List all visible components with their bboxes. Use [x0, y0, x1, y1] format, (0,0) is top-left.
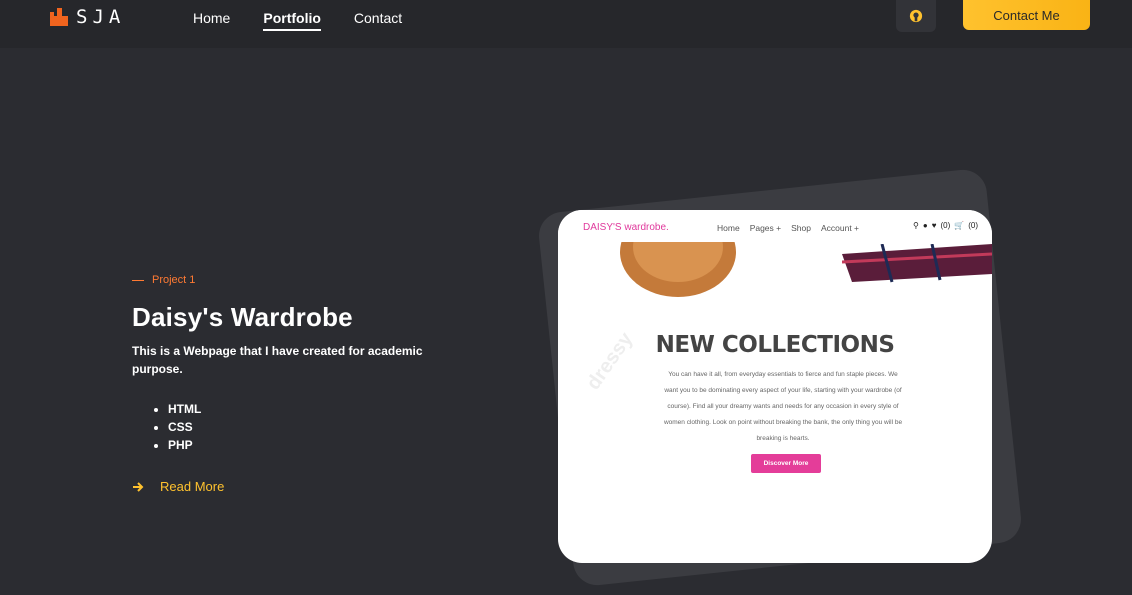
preview-nav: Home Pages + Shop Account +: [717, 223, 859, 233]
user-icon: ●: [922, 221, 928, 230]
project-title: Daisy's Wardrobe: [132, 302, 353, 332]
preview-brand: DAISY'S wardrobe.: [583, 222, 669, 233]
search-icon: ⚲: [913, 221, 919, 230]
cart-count: (0): [968, 221, 978, 230]
skills-list: HTML CSS PHP: [168, 400, 201, 454]
project-screenshot: DAISY'S wardrobe. Home Pages + Shop Acco…: [558, 210, 992, 563]
preview-nav-item: Home: [717, 223, 740, 233]
github-icon: [909, 9, 923, 23]
wishlist-count: (0): [940, 221, 951, 230]
cart-icon: 🛒: [954, 221, 965, 230]
read-more-link[interactable]: Read More: [132, 479, 224, 494]
heart-icon: ♥: [931, 221, 937, 230]
preview-paragraph: You can have it all, from everyday essen…: [663, 371, 903, 442]
arrow-right-icon: [133, 481, 144, 492]
main-nav: Home Portfolio Contact: [193, 10, 402, 31]
skill-item: HTML: [168, 400, 201, 418]
nav-portfolio[interactable]: Portfolio: [263, 10, 321, 31]
preview-navbar: DAISY'S wardrobe. Home Pages + Shop Acco…: [558, 210, 992, 244]
project-number: Project 1: [152, 274, 196, 286]
preview-nav-item: Shop: [791, 223, 811, 233]
logo-text: SJA: [76, 6, 126, 28]
skill-item: PHP: [168, 436, 201, 454]
project-eyebrow: Project 1: [132, 274, 195, 286]
top-navbar: SJA Home Portfolio Contact Contact Me: [0, 0, 1132, 48]
project-description: This is a Webpage that I have created fo…: [132, 344, 423, 376]
read-more-label: Read More: [160, 479, 225, 494]
logo[interactable]: SJA: [48, 6, 125, 28]
plaid-shirt-image: [842, 244, 992, 283]
dash-decoration: [132, 279, 144, 281]
preview-nav-item: Account +: [820, 223, 860, 233]
skill-item: CSS: [168, 418, 201, 436]
nav-contact[interactable]: Contact: [354, 10, 402, 31]
nav-home[interactable]: Home: [193, 10, 230, 31]
discover-more-button: Discover More: [751, 454, 821, 473]
preview-nav-item: Pages +: [749, 223, 782, 233]
shoe-image: [620, 242, 736, 297]
preview-icons: ⚲ ● ♥ (0) 🛒 (0): [913, 221, 978, 230]
preview-headline: NEW COLLECTIONS: [655, 332, 895, 358]
github-button[interactable]: [896, 0, 936, 32]
logo-icon: [48, 6, 70, 28]
contact-me-button[interactable]: Contact Me: [963, 0, 1090, 30]
